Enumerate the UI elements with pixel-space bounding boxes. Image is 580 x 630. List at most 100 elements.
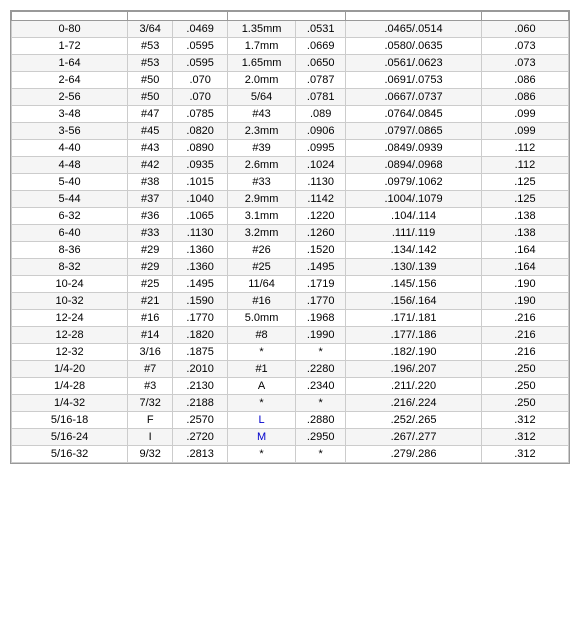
table-cell: 5/64 [228, 89, 296, 106]
table-cell: .216 [481, 344, 568, 361]
table-row: 6-40#33.11303.2mm.1260.111/.119.138 [12, 225, 569, 242]
table-cell: .0595 [173, 55, 228, 72]
table-cell: .0595 [173, 38, 228, 55]
table-row: 0-803/64.04691.35mm.0531.0465/.0514.060 [12, 21, 569, 38]
table-cell: #25 [128, 276, 173, 293]
table-cell: .312 [481, 412, 568, 429]
table-cell: .250 [481, 378, 568, 395]
table-cell: 1-72 [12, 38, 128, 55]
table-cell: #38 [128, 174, 173, 191]
table-cell: .0469 [173, 21, 228, 38]
table-cell: 5/16-18 [12, 412, 128, 429]
table-cell: .250 [481, 361, 568, 378]
table-cell: .1004/.1079 [346, 191, 482, 208]
header-roll-tap-drill [228, 12, 346, 21]
table-row: 1/4-28#3.2130A.2340.211/.220.250 [12, 378, 569, 395]
table-cell: .0849/.0939 [346, 140, 482, 157]
table-cell: #33 [128, 225, 173, 242]
table-cell: #14 [128, 327, 173, 344]
table-cell: 4-40 [12, 140, 128, 157]
table-cell: M [228, 429, 296, 446]
table-cell: .070 [173, 89, 228, 106]
table-cell: #16 [128, 310, 173, 327]
header-major [481, 12, 568, 21]
table-cell: 1/4-28 [12, 378, 128, 395]
table-cell: 8-36 [12, 242, 128, 259]
table-cell: .312 [481, 429, 568, 446]
table-row: 5-40#38.1015#33.1130.0979/.1062.125 [12, 174, 569, 191]
table-cell: #8 [228, 327, 296, 344]
table-cell: .086 [481, 89, 568, 106]
table-row: 12-28#14.1820#8.1990.177/.186.216 [12, 327, 569, 344]
table-cell: #50 [128, 72, 173, 89]
table-cell: 12-32 [12, 344, 128, 361]
table-cell: .086 [481, 72, 568, 89]
table-cell: .2570 [173, 412, 228, 429]
table-cell: #39 [228, 140, 296, 157]
tap-drill-table: 0-803/64.04691.35mm.0531.0465/.0514.0601… [10, 10, 570, 464]
table-cell: 5/16-32 [12, 446, 128, 463]
table-row: 5/16-24I.2720M.2950.267/.277.312 [12, 429, 569, 446]
table-cell: #25 [228, 259, 296, 276]
table-cell: .2188 [173, 395, 228, 412]
table-row: 6-32#36.10653.1mm.1220.104/.114.138 [12, 208, 569, 225]
table-cell: .0667/.0737 [346, 89, 482, 106]
table-cell: .0465/.0514 [346, 21, 482, 38]
table-cell: #16 [228, 293, 296, 310]
table-cell: A [228, 378, 296, 395]
table-row: 5/16-329/32.2813**.279/.286.312 [12, 446, 569, 463]
table-cell: .1495 [173, 276, 228, 293]
table-cell: 3.2mm [228, 225, 296, 242]
table-cell: .1520 [296, 242, 346, 259]
table-cell: .0781 [296, 89, 346, 106]
table-cell: .1142 [296, 191, 346, 208]
table-cell: 1/4-32 [12, 395, 128, 412]
table-cell: .0561/.0623 [346, 55, 482, 72]
table-cell: .2340 [296, 378, 346, 395]
table-cell: .216 [481, 310, 568, 327]
table-cell: .0531 [296, 21, 346, 38]
table-cell: .138 [481, 208, 568, 225]
table-cell: 3-48 [12, 106, 128, 123]
table-cell: 3/64 [128, 21, 173, 38]
table-cell: .164 [481, 259, 568, 276]
table-cell: .1360 [173, 242, 228, 259]
table-cell: .112 [481, 157, 568, 174]
table-cell: .196/.207 [346, 361, 482, 378]
table-cell: .156/.164 [346, 293, 482, 310]
table-cell: .1495 [296, 259, 346, 276]
table-cell: .1360 [173, 259, 228, 276]
table-cell: 6-32 [12, 208, 128, 225]
table-cell: #37 [128, 191, 173, 208]
table-cell: .0979/.1062 [346, 174, 482, 191]
table-cell: .099 [481, 123, 568, 140]
table-cell: .111/.119 [346, 225, 482, 242]
header-cut-tap-drill [128, 12, 228, 21]
table-cell: #50 [128, 89, 173, 106]
table-cell: .2720 [173, 429, 228, 446]
table-cell: .134/.142 [346, 242, 482, 259]
table-cell: 1-64 [12, 55, 128, 72]
table-cell: .171/.181 [346, 310, 482, 327]
table-row: 3-48#47.0785#43.089.0764/.0845.099 [12, 106, 569, 123]
table-cell: 12-28 [12, 327, 128, 344]
table-cell: .0580/.0635 [346, 38, 482, 55]
table-cell: .211/.220 [346, 378, 482, 395]
table-cell: 2.0mm [228, 72, 296, 89]
table-cell: .130/.139 [346, 259, 482, 276]
table-cell: .1770 [296, 293, 346, 310]
table-cell: 10-32 [12, 293, 128, 310]
table-cell: 10-24 [12, 276, 128, 293]
table-cell: * [228, 446, 296, 463]
table-cell: .312 [481, 446, 568, 463]
table-cell: .0995 [296, 140, 346, 157]
table-cell: .1220 [296, 208, 346, 225]
table-cell: .070 [173, 72, 228, 89]
table-cell: 1.65mm [228, 55, 296, 72]
table-cell: .250 [481, 395, 568, 412]
table-cell: .1130 [173, 225, 228, 242]
table-cell: .2130 [173, 378, 228, 395]
table-cell: .177/.186 [346, 327, 482, 344]
table-cell: * [296, 446, 346, 463]
table-cell: * [228, 395, 296, 412]
